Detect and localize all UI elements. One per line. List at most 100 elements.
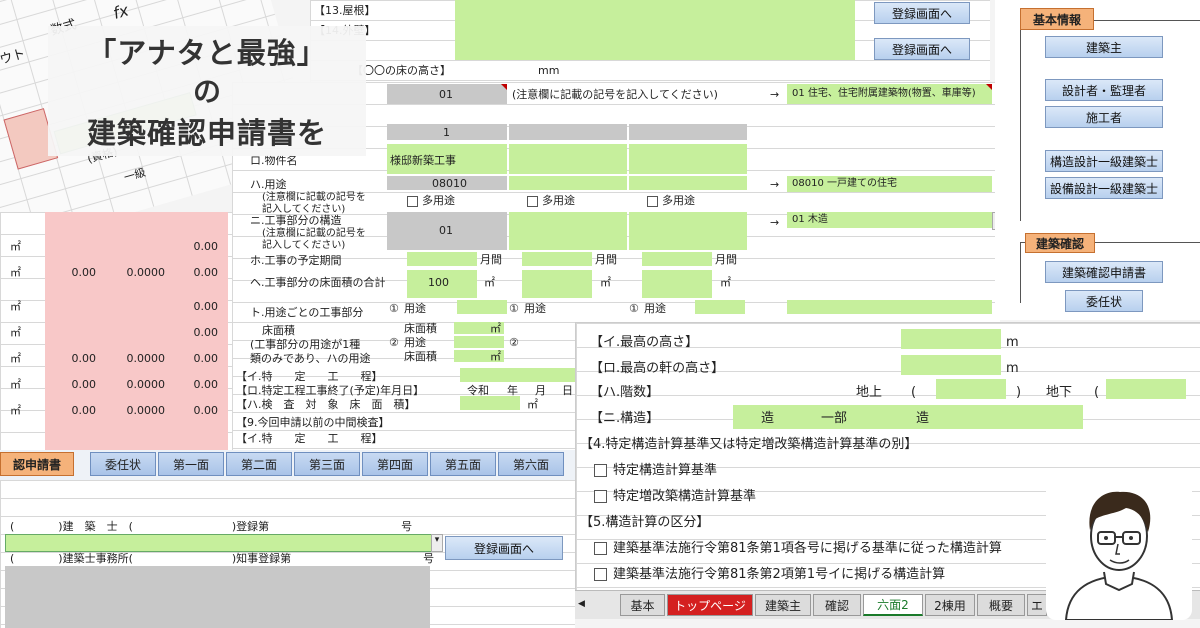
nav-tab-bar: 認申請書 委任状 第一面 第二面 第三面 第四面 第五面 第六面 (0, 450, 575, 480)
sheet-tab-more[interactable]: エ (1027, 594, 1047, 616)
prior-inspection: 【9.今回申請以前の中間検査】 (236, 416, 390, 429)
area-unit-3: ㎡ (720, 276, 731, 289)
left-unit: ㎡ (10, 352, 21, 365)
max-eave-label: 【ロ.最高の軒の高さ】 (590, 361, 725, 376)
use-label: ハ.用途 (250, 178, 287, 191)
sidebar-item-equipment-engineer[interactable]: 設備設計一級建築士 (1045, 177, 1163, 199)
headline-line-1: 「アナタと最強」 (87, 36, 327, 70)
youto-label-2: 用途 (524, 302, 546, 315)
headline-line-2: の (192, 75, 221, 108)
arrow-1: → (770, 88, 780, 101)
left-unit: ㎡ (10, 240, 21, 253)
circle-2: ① (509, 302, 519, 315)
fx-icon[interactable]: fx (111, 0, 131, 23)
section-5-heading: 【5.構造計算の区分】 (580, 515, 710, 530)
tab-page-6[interactable]: 第六面 (498, 452, 564, 476)
code-main-value: 01 (439, 88, 453, 101)
left-values-sheet: ㎡ 0.00 ㎡ 0.00 0.0000 0.00 ㎡ 0.00 ㎡ 0.00 ㎡ 0.00 0.000… (0, 212, 250, 450)
roof-input[interactable] (455, 0, 855, 60)
register-button-architect[interactable]: 登録画面へ (445, 536, 563, 560)
tab-page-3[interactable]: 第三面 (294, 452, 360, 476)
checkbox-icon[interactable] (594, 464, 607, 477)
sheet-tab-six-2[interactable]: 六面2 (863, 594, 923, 616)
option-4b[interactable]: 特定増改築構造計算基準 (594, 489, 756, 505)
tab-page-4[interactable]: 第四面 (362, 452, 428, 476)
byuse-youto-2: 用途 (404, 336, 426, 349)
below-paren-open: ( (1094, 385, 1100, 400)
register-button-roof[interactable]: 登録画面へ (874, 2, 970, 24)
youto-label-3: 用途 (644, 302, 666, 315)
tab-page-1[interactable]: 第一面 (158, 452, 224, 476)
period-label: ホ.工事の予定期間 (250, 254, 342, 267)
headline-box: 「アナタと最強」 の 建築確認申請書を (48, 26, 366, 156)
checkbox-icon[interactable] (594, 568, 607, 581)
checkbox-icon[interactable] (594, 490, 607, 503)
left-unit: ㎡ (10, 404, 21, 417)
option-5a[interactable]: 建築基準法施行令第81条第1項各号に掲げる基準に従った構造計算 (594, 541, 1002, 557)
max-height-input[interactable] (901, 329, 1001, 349)
sheet-tab-top-page[interactable]: トップページ (667, 594, 753, 616)
sheet-tab-owner[interactable]: 建築主 (755, 594, 811, 616)
avatar-illustration-icon (1064, 491, 1174, 620)
max-eave-input[interactable] (901, 355, 1001, 375)
result-use-detail-text: 08010 一戸建ての住宅 (792, 178, 897, 189)
floor-area-label-2: 床面積 (404, 350, 437, 363)
dropdown-arrow-icon-2[interactable]: ▾ (431, 534, 443, 552)
byuse-label-3: (工事部分の用途が1種 (250, 338, 361, 351)
sidebar-item-builder[interactable]: 施工者 (1045, 106, 1163, 128)
option-5b[interactable]: 建築基準法施行令第81条第2項第1号イに掲げる構造計算 (594, 567, 945, 583)
prior-inspection-process: 【イ.特 定 工 程】 (236, 432, 383, 445)
structure-ichibu: 一部 (821, 411, 848, 426)
left-value-c: 0.00 (193, 378, 219, 391)
sidebar-item-structural-engineer[interactable]: 構造設計一級建築士 (1045, 150, 1163, 172)
bottom-left-sheet: ( )建 築 士 ( )登録第 号 ▾ ( )建築士事務所( )知事登録第 号 … (0, 480, 575, 628)
code-note: (注意欄に記載の記号を記入してください) (512, 88, 718, 101)
period-month-3: 月間 (715, 253, 737, 266)
main-form-lower: 床面積 (工事部分の用途が1種 類のみであり、ハの用途 床面積 ㎡ ② 用途 床… (232, 322, 577, 450)
multi-use-check-1[interactable]: 多用途 (407, 194, 455, 207)
tab-proxy[interactable]: 委任状 (90, 452, 156, 476)
sidebar-item-designer[interactable]: 設計者・監理者 (1045, 79, 1163, 101)
architect-input[interactable] (5, 534, 432, 552)
floor-area-label-1: 床面積 (404, 322, 437, 335)
checkbox-icon[interactable] (594, 542, 607, 555)
inspection-process: 【イ.特 定 工 程】 (236, 370, 383, 383)
use-note-1: (注意欄に記載の記号を (262, 192, 366, 203)
sheet-tab-basic[interactable]: 基本 (620, 594, 665, 616)
register-button-wall[interactable]: 登録画面へ (874, 38, 970, 60)
structure-note-1: (注意欄に記載の記号を (262, 228, 366, 239)
row-roof: 【13.屋根】 (314, 4, 376, 17)
tab-scroll-left-icon[interactable]: ◀ (578, 599, 585, 609)
sidebar-item-proxy[interactable]: 委任状 (1065, 290, 1143, 312)
headline-line-3: 建築確認申請書を (86, 116, 327, 150)
structure-input-br[interactable] (733, 405, 1083, 429)
left-value-c: 0.00 (193, 240, 219, 253)
top-sheet: 【13.屋根】 【14.外壁】 【〇〇の床の高さ】 mm 登録画面へ 登録画面へ (310, 0, 990, 82)
sidebar-item-owner[interactable]: 建築主 (1045, 36, 1163, 58)
sheet-tab-confirm[interactable]: 確認 (813, 594, 861, 616)
mm-unit: mm (538, 64, 560, 77)
structure-zou-2: 造 (916, 411, 930, 426)
byuse-unit-1: ㎡ (490, 322, 501, 335)
tab-page-2[interactable]: 第二面 (226, 452, 292, 476)
structure-zou: 造 (761, 411, 775, 426)
multi-use-check-2[interactable]: 多用途 (527, 194, 575, 207)
left-value-c: 0.00 (193, 300, 219, 313)
tab-page-5[interactable]: 第五面 (430, 452, 496, 476)
byuse-label-4: 類のみであり、ハの用途 (250, 352, 371, 365)
result-use-text: 01 住宅、住宅附属建築物(物置、車庫等) (792, 88, 976, 99)
option-4a[interactable]: 特定構造計算基準 (594, 463, 717, 479)
tab-application[interactable]: 認申請書 (0, 452, 74, 476)
above-ground-label: 地上 (856, 385, 883, 400)
basic-info-header[interactable]: 基本情報 (1020, 8, 1094, 30)
sheet-tab-overview[interactable]: 概要 (977, 594, 1025, 616)
above-paren-close: ) (1016, 385, 1022, 400)
sidebar-item-application[interactable]: 建築確認申請書 (1045, 261, 1163, 283)
sheet-tab-two-buildings[interactable]: 2棟用 (925, 594, 975, 616)
confirmation-header[interactable]: 建築確認 (1025, 233, 1095, 253)
multi-use-check-3[interactable]: 多用途 (647, 194, 695, 207)
above-ground-input[interactable] (936, 379, 1006, 399)
below-ground-input[interactable] (1106, 379, 1186, 399)
ribbon-label-layout[interactable]: アウト (0, 46, 27, 72)
arrow-3: → (770, 216, 780, 229)
